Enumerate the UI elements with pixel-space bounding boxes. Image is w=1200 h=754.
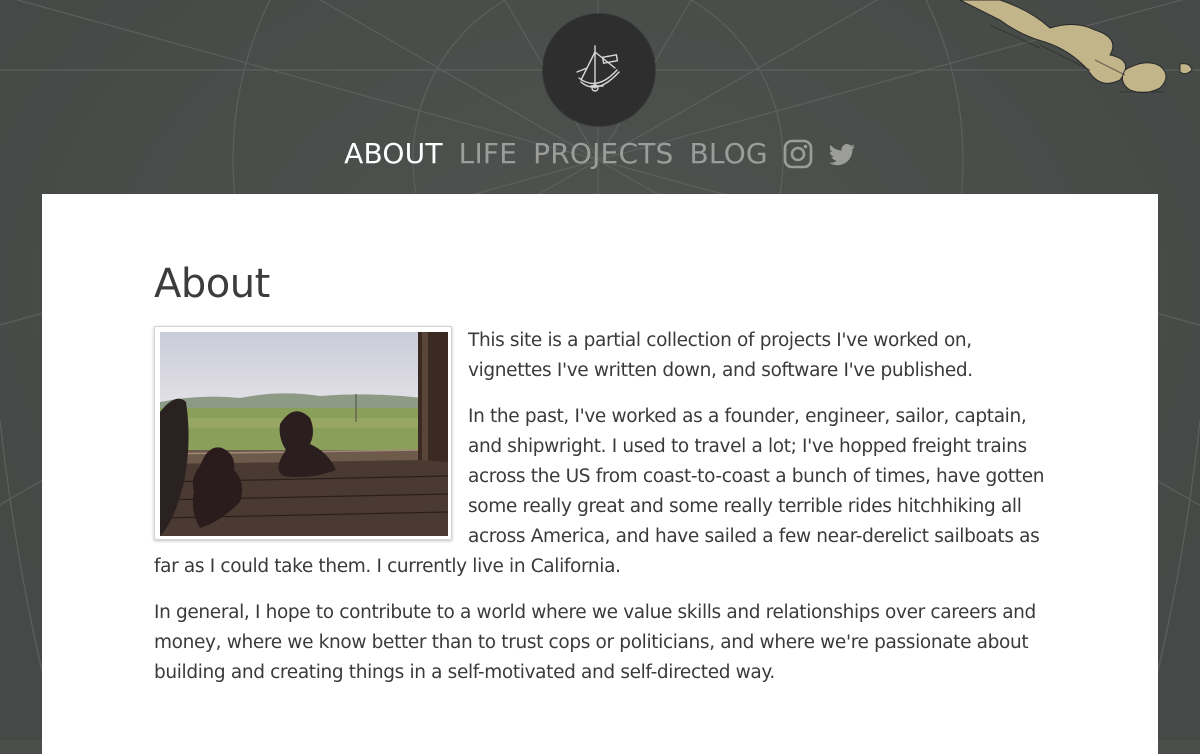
about-paragraph-3: In general, I hope to contribute to a wo… [154, 602, 1036, 683]
about-content: About This site is a partial collection … [154, 194, 1049, 704]
page-title: About [154, 261, 270, 307]
main-nav: ABOUT LIFE PROJECTS BLOG [0, 134, 1200, 174]
site-logo[interactable] [543, 14, 655, 126]
content-panel: About This site is a partial collection … [42, 194, 1158, 754]
sextant-icon [576, 45, 620, 92]
nav-life[interactable]: LIFE [459, 136, 517, 172]
nav-about[interactable]: ABOUT [344, 136, 443, 172]
profile-photo [154, 326, 452, 540]
twitter-icon[interactable] [826, 138, 858, 170]
nav-projects[interactable]: PROJECTS [533, 136, 673, 172]
nav-blog[interactable]: BLOG [689, 136, 767, 172]
instagram-icon[interactable] [782, 138, 814, 170]
island-shapes [959, 0, 1193, 94]
